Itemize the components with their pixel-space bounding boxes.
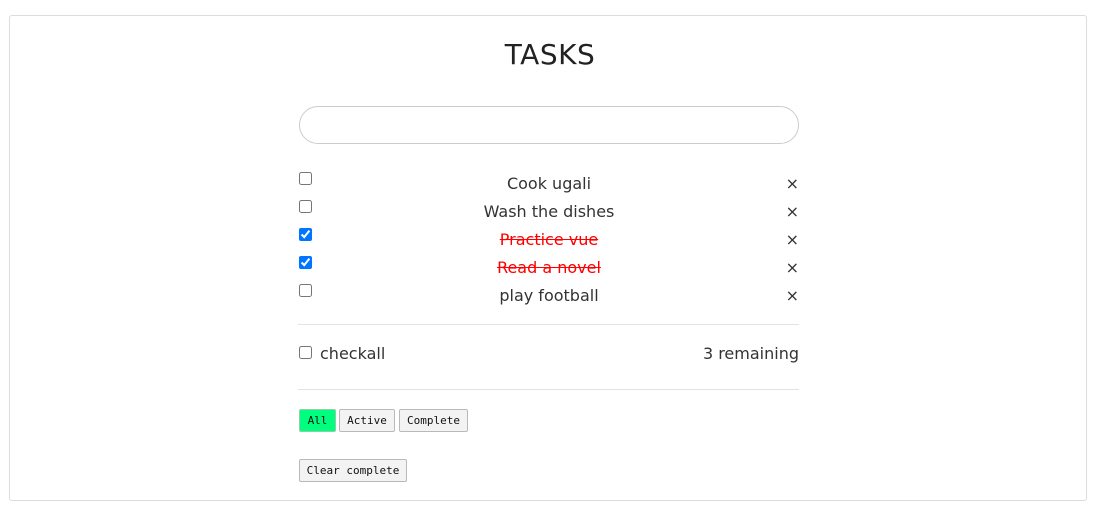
task-checkbox[interactable] <box>299 284 312 297</box>
task-label: Wash the dishes <box>483 202 615 221</box>
remove-task-icon[interactable]: × <box>786 260 799 276</box>
task-checkbox[interactable] <box>299 200 312 213</box>
task-label: Cook ugali <box>506 174 592 193</box>
task-checkbox[interactable] <box>299 256 312 269</box>
task-item: Wash the dishes × <box>299 198 799 226</box>
checkall-label: checkall <box>320 344 386 363</box>
task-item: Practice vue × <box>299 226 799 254</box>
clear-complete-button[interactable]: Clear complete <box>299 459 407 482</box>
task-checkbox[interactable] <box>299 172 312 185</box>
checkall-checkbox[interactable] <box>299 346 312 359</box>
task-list: Cook ugali × Wash the dishes × Practice … <box>299 170 799 310</box>
filter-all-button[interactable]: All <box>299 409 336 432</box>
filter-active-button[interactable]: Active <box>339 409 395 432</box>
task-item: play football × <box>299 282 799 310</box>
task-label: Read a novel <box>497 258 601 277</box>
remove-task-icon[interactable]: × <box>786 232 799 248</box>
task-checkbox[interactable] <box>299 228 312 241</box>
remaining-count: 3 remaining <box>702 344 799 363</box>
task-item: Cook ugali × <box>299 170 799 198</box>
remove-task-icon[interactable]: × <box>786 204 799 220</box>
divider <box>298 389 799 390</box>
task-label: Practice vue <box>499 230 599 249</box>
page-title: TASKS <box>504 38 596 71</box>
checkall-row: checkall 3 remaining <box>299 344 799 364</box>
task-label: play football <box>499 286 599 305</box>
divider <box>298 324 799 325</box>
filter-complete-button[interactable]: Complete <box>399 409 468 432</box>
remove-task-icon[interactable]: × <box>786 288 799 304</box>
remove-task-icon[interactable]: × <box>786 176 799 192</box>
new-task-input[interactable] <box>299 106 799 144</box>
task-item: Read a novel × <box>299 254 799 282</box>
